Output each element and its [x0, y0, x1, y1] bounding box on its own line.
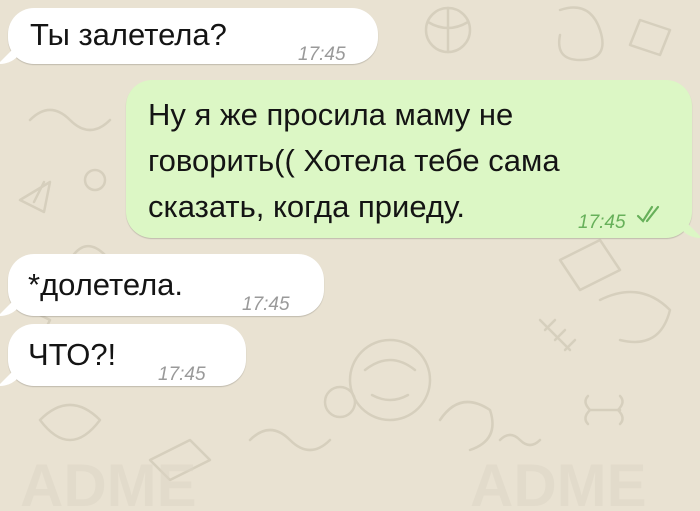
- message-text-line-3: сказать, когда приеду.: [148, 189, 465, 224]
- message-time: 17:45: [578, 212, 626, 233]
- message-bubble-incoming[interactable]: Ты залетела? 17:45: [8, 8, 378, 65]
- message-time: 17:45: [242, 294, 290, 315]
- message-text-line-2: говорить(( Хотела тебе сама: [148, 143, 560, 178]
- message-bubble-incoming[interactable]: *долетела. 17:45: [8, 254, 324, 316]
- message-bubble-outgoing[interactable]: Ну я же просила маму не говорить(( Хотел…: [126, 80, 692, 238]
- message-time: 17:45: [298, 44, 346, 65]
- message-time: 17:45: [158, 364, 206, 385]
- message-bubble-incoming[interactable]: ЧТО?! 17:45: [8, 324, 246, 386]
- message-text: ЧТО?!: [28, 337, 117, 372]
- message-text-line-1: Ну я же просила маму не: [148, 97, 514, 132]
- message-text: Ты залетела?: [30, 17, 227, 52]
- message-text: *долетела.: [28, 267, 184, 302]
- message-list: Ты залетела? 17:45 Ну я же просила маму …: [0, 0, 700, 511]
- double-check-icon: [636, 205, 660, 223]
